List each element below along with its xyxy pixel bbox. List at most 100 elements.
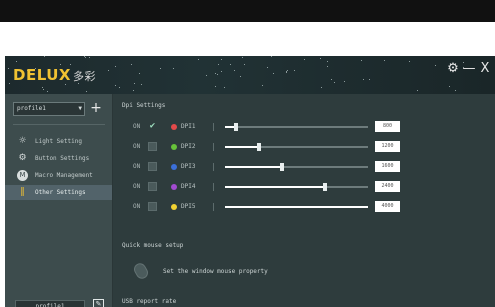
settings-icon[interactable]: ⚙ <box>446 60 460 78</box>
dpi-value-input[interactable]: 1200 <box>375 141 400 152</box>
dpi-enable-checkbox[interactable] <box>148 142 157 151</box>
star-dot <box>16 61 17 62</box>
dpi-enable-checkbox[interactable]: ✔ <box>148 122 157 131</box>
dpi-value-input[interactable]: 2400 <box>375 181 400 192</box>
star-dot <box>9 83 10 84</box>
star-dot <box>215 86 216 87</box>
dpi-slider-handle[interactable] <box>257 143 262 151</box>
star-dot <box>331 79 332 80</box>
sidebar-item-light-setting[interactable]: ☼ Light Setting <box>5 134 112 149</box>
star-dot <box>344 81 345 82</box>
dpi-slider[interactable] <box>225 206 368 208</box>
sidebar-item-macro-management[interactable]: M Macro Management <box>5 168 112 183</box>
sun-icon: ☼ <box>18 136 27 146</box>
dpi-slider-fill <box>225 146 260 148</box>
dpi-enable-checkbox[interactable] <box>148 162 157 171</box>
dpi-slider[interactable] <box>225 163 368 171</box>
star-dot <box>115 85 116 86</box>
dpi-slider[interactable] <box>225 143 368 151</box>
sidebar-item-label: Button Settings <box>35 155 90 162</box>
dpi-value-input[interactable]: 800 <box>375 121 400 132</box>
dpi-slider[interactable] <box>225 123 368 131</box>
add-profile-button[interactable]: + <box>89 100 103 116</box>
star-dot <box>363 79 364 80</box>
star-dot <box>89 57 90 58</box>
dpi-level-label: DPI2 <box>181 143 196 150</box>
star-dot <box>435 65 436 66</box>
dpi-divider <box>213 123 214 131</box>
brand-name-cn: 多彩 <box>72 70 96 83</box>
app-header: DELUX 多彩 ⚙ — X <box>5 56 495 94</box>
chevron-down-icon: ▼ <box>78 105 82 112</box>
star-dot <box>206 75 207 76</box>
dpi-slider-handle[interactable] <box>280 163 285 171</box>
dpi-value-input[interactable]: 4000 <box>375 201 400 212</box>
dpi-level-label: DPI1 <box>181 123 196 130</box>
quick-setup-title: Quick mouse setup <box>122 242 184 249</box>
sidebar-item-other-settings[interactable]: ‖ Other Settings <box>5 185 112 200</box>
brand-name: DELUX <box>13 66 71 84</box>
dpi-on-label: ON <box>133 123 141 130</box>
star-dot <box>85 57 86 58</box>
star-dot <box>455 90 456 91</box>
star-dot <box>304 59 305 60</box>
star-dot <box>134 83 135 84</box>
dpi-color-dot[interactable] <box>171 164 177 170</box>
mouse-property-link[interactable]: Set the window mouse property <box>163 268 268 275</box>
star-dot <box>262 85 263 86</box>
star-dot <box>267 67 268 68</box>
star-dot <box>131 64 132 65</box>
dpi-divider <box>213 163 214 171</box>
star-dot <box>141 84 142 85</box>
dpi-row: ON DPI4 2400 <box>113 180 495 194</box>
edit-icon[interactable]: ✎ <box>93 299 104 307</box>
sidebar-item-label: Macro Management <box>35 172 93 179</box>
close-button[interactable]: X <box>478 60 492 78</box>
star-dot <box>217 74 218 75</box>
dpi-color-dot[interactable] <box>171 124 177 130</box>
sidebar-item-label: Other Settings <box>35 189 86 196</box>
star-dot <box>133 90 134 91</box>
dpi-slider-fill <box>225 206 368 208</box>
dpi-on-label: ON <box>133 163 141 170</box>
delux-app-window: DELUX 多彩 ⚙ — X profile1 ▼ + ☼ Light Setti… <box>5 56 495 307</box>
star-dot <box>8 68 9 69</box>
star-dot <box>242 57 243 58</box>
star-dot <box>43 89 44 90</box>
profile-dropdown[interactable]: profile1 ▼ <box>13 102 85 116</box>
star-dot <box>84 56 85 57</box>
dpi-enable-checkbox[interactable] <box>148 202 157 211</box>
star-dot <box>417 90 418 91</box>
dpi-slider-fill <box>225 166 283 168</box>
sidebar-item-label: Light Setting <box>35 138 82 145</box>
star-dot <box>294 70 295 71</box>
dpi-color-dot[interactable] <box>171 204 177 210</box>
dpi-on-label: ON <box>133 203 141 210</box>
star-dot <box>230 64 231 65</box>
star-dot <box>449 86 450 87</box>
star-dot <box>215 73 216 74</box>
dpi-row: ON DPI5 4000 <box>113 200 495 214</box>
sidebar: profile1 ▼ + ☼ Light Setting ⚙ Button Se… <box>5 94 113 307</box>
dpi-slider[interactable] <box>225 183 368 191</box>
dpi-slider-handle[interactable] <box>234 123 239 131</box>
profile-name-field[interactable]: profile1 <box>15 300 85 307</box>
dpi-divider <box>213 143 214 151</box>
mouse-icon[interactable] <box>131 261 151 281</box>
dpi-color-dot[interactable] <box>171 144 177 150</box>
sidebar-item-button-settings[interactable]: ⚙ Button Settings <box>5 151 112 166</box>
star-dot <box>327 66 328 67</box>
star-dot <box>47 91 48 92</box>
dpi-slider-fill <box>225 186 326 188</box>
dpi-enable-checkbox[interactable] <box>148 182 157 191</box>
star-dot <box>271 56 272 57</box>
m-badge-icon: M <box>17 170 28 181</box>
dpi-row: ON DPI3 1600 <box>113 160 495 174</box>
minimize-button[interactable]: — <box>462 60 476 78</box>
dpi-color-dot[interactable] <box>171 184 177 190</box>
star-dot <box>173 68 174 69</box>
dpi-value-input[interactable]: 1600 <box>375 161 400 172</box>
dpi-level-label: DPI4 <box>181 183 196 190</box>
dpi-level-label: DPI3 <box>181 163 196 170</box>
dpi-slider-handle[interactable] <box>323 183 328 191</box>
